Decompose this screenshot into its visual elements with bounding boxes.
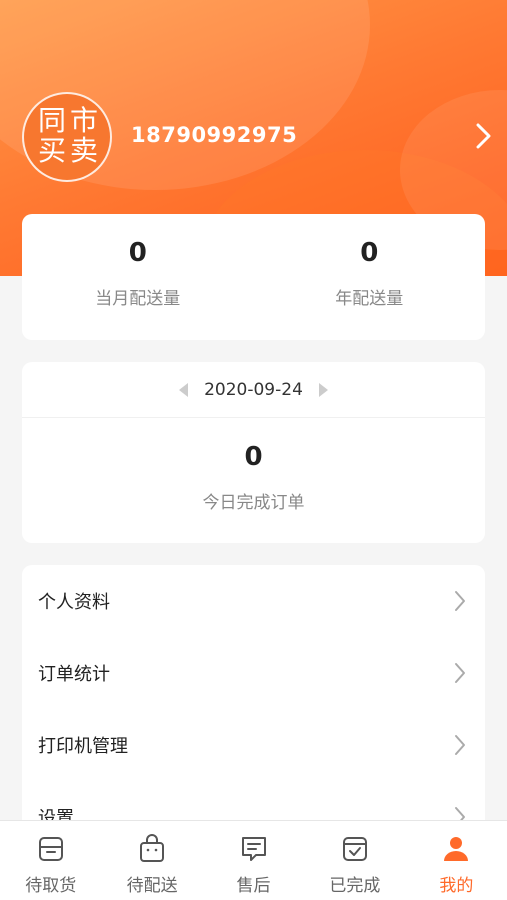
menu-item-label: 个人资料 — [38, 592, 110, 613]
bag-icon — [140, 834, 165, 862]
tab-completed[interactable]: 已完成 — [304, 821, 405, 900]
menu-item-label: 打印机管理 — [38, 736, 128, 757]
tab-mine[interactable]: 我的 — [406, 821, 507, 900]
avatar[interactable]: 同 市 买 卖 — [22, 92, 112, 182]
tab-label: 已完成 — [329, 876, 381, 896]
tab-after-sales[interactable]: 售后 — [203, 821, 304, 900]
menu-item-profile[interactable]: 个人资料 — [22, 565, 485, 637]
tab-label: 待取货 — [25, 876, 77, 896]
today-completed-label: 今日完成订单 — [202, 493, 305, 513]
monthly-delivery-stat: 0 当月配送量 — [22, 214, 254, 340]
tab-label: 待配送 — [126, 876, 178, 896]
delivery-stats-card: 0 当月配送量 0 年配送量 — [22, 214, 485, 340]
yearly-delivery-stat: 0 年配送量 — [254, 214, 486, 340]
avatar-char: 卖 — [69, 134, 98, 167]
avatar-char: 同 — [37, 104, 66, 137]
avatar-char: 买 — [37, 134, 66, 167]
user-icon — [444, 837, 469, 861]
chevron-right-icon[interactable] — [472, 121, 494, 151]
menu-item-order-stats[interactable]: 订单统计 — [22, 637, 485, 709]
tab-pending-delivery[interactable]: 待配送 — [101, 821, 202, 900]
chevron-right-icon — [455, 735, 465, 755]
monthly-delivery-count: 0 — [128, 238, 147, 268]
selected-date[interactable]: 2020-09-24 — [204, 380, 303, 400]
menu-item-printer[interactable]: 打印机管理 — [22, 709, 485, 781]
box-icon — [38, 837, 63, 861]
monthly-delivery-label: 当月配送量 — [95, 289, 181, 309]
menu-item-label: 订单统计 — [38, 664, 110, 685]
today-completed-count: 0 — [244, 442, 263, 472]
tab-label: 我的 — [439, 876, 474, 896]
next-date-icon[interactable] — [318, 382, 328, 397]
message-icon — [241, 837, 266, 861]
yearly-delivery-label: 年配送量 — [335, 289, 404, 309]
tab-label: 售后 — [236, 876, 271, 896]
user-phone[interactable]: 18790992975 — [131, 123, 297, 147]
chevron-right-icon — [455, 591, 465, 611]
date-selector: 2020-09-24 — [22, 362, 485, 418]
bottom-tab-bar: 待取货 待配送 售后 已完成 我的 — [0, 820, 507, 900]
daily-orders-card: 2020-09-24 0 今日完成订单 — [22, 362, 485, 543]
tab-pending-pickup[interactable]: 待取货 — [0, 821, 101, 900]
check-box-icon — [342, 837, 367, 861]
avatar-char: 市 — [69, 104, 98, 137]
prev-date-icon[interactable] — [179, 382, 189, 397]
yearly-delivery-count: 0 — [360, 238, 379, 268]
chevron-right-icon — [455, 663, 465, 683]
